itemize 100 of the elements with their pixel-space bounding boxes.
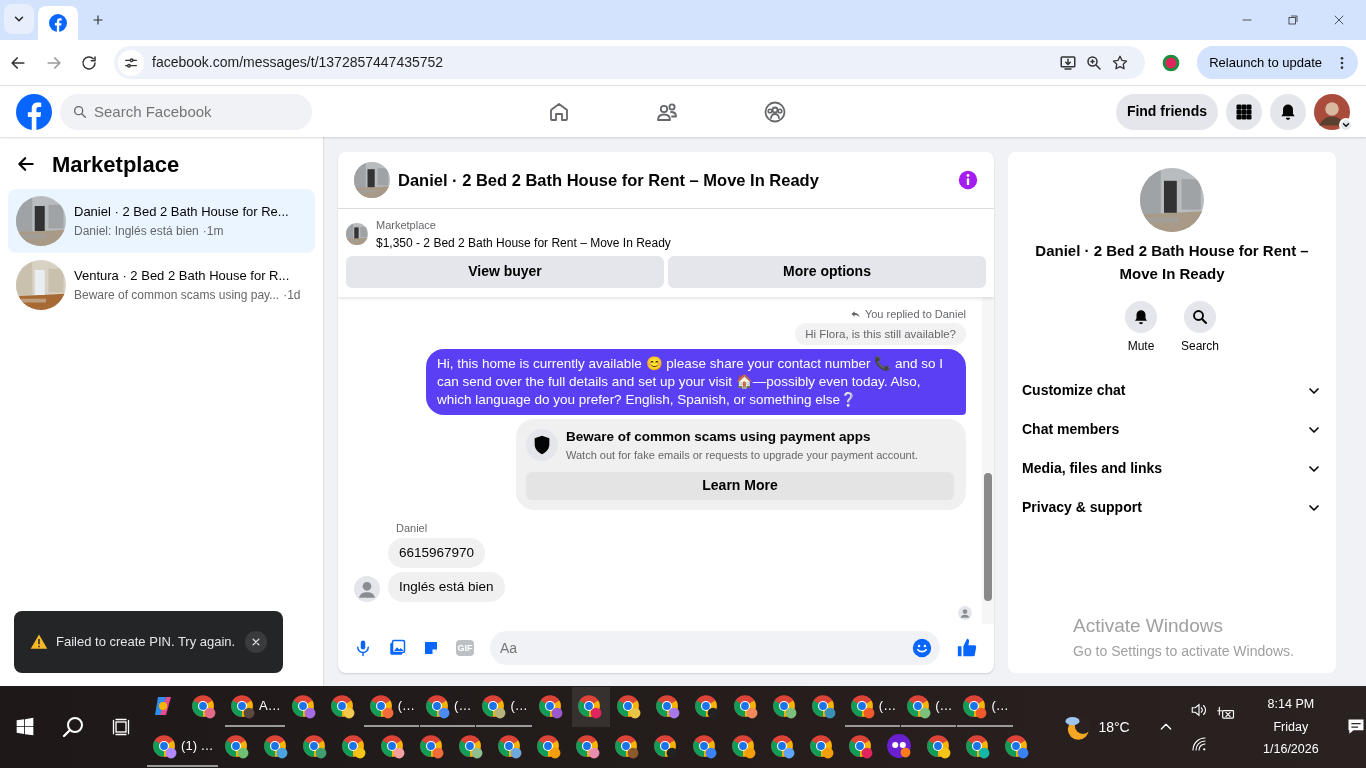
wifi-icon <box>1189 735 1208 753</box>
listing-source: Marketplace <box>376 218 437 233</box>
volume-icon <box>1189 701 1208 719</box>
message-preview: Beware of common scams using pay... <box>74 286 280 304</box>
message-preview: Daniel: Inglés está bien <box>74 222 199 240</box>
sticker-button[interactable] <box>422 639 440 657</box>
site-info-button[interactable] <box>118 49 144 76</box>
zoom-button[interactable] <box>1085 53 1104 72</box>
clock-time: 8:14 PM <box>1267 695 1315 713</box>
info-button[interactable] <box>958 170 978 190</box>
watermark-title: Activate Windows <box>1073 614 1224 638</box>
search-button[interactable] <box>1184 301 1216 333</box>
address-bar[interactable]: facebook.com/messages/t/1372857447435752 <box>114 46 1146 79</box>
watermark-text: Go to Settings to activate Windows. <box>1073 641 1294 661</box>
notification-center-button[interactable] <box>1346 717 1366 737</box>
taskbar-button[interactable]: (… <box>844 687 901 727</box>
logo <box>49 14 67 32</box>
task-view-icon <box>111 717 131 737</box>
taskbar-button[interactable]: (… <box>476 687 532 727</box>
start-button[interactable] <box>15 717 35 737</box>
action-button[interactable]: More options <box>668 255 986 288</box>
conversation-title: Daniel · 2 Bed 2 Bath House for Re... <box>74 203 289 222</box>
taskbar-button[interactable] <box>571 687 610 727</box>
reload-button[interactable] <box>80 53 98 72</box>
bookmark-button[interactable] <box>1111 53 1130 72</box>
scrollbar[interactable] <box>982 297 994 624</box>
restore-icon <box>1287 14 1299 26</box>
notifications-button[interactable] <box>1270 93 1306 130</box>
reply-note: You replied to Daniel <box>864 307 966 323</box>
notification-icon <box>1346 717 1366 737</box>
logo[interactable] <box>16 93 52 130</box>
taskbar-button[interactable]: (… <box>420 687 476 727</box>
clock-date: 1/16/2026 <box>1263 741 1319 759</box>
search-field[interactable]: Search Facebook <box>60 93 312 130</box>
bell-icon <box>1132 308 1150 326</box>
close-button[interactable] <box>245 631 267 653</box>
section-header[interactable]: Customize chat <box>1008 371 1336 410</box>
install-button[interactable] <box>1059 53 1078 72</box>
mask-icon <box>885 733 912 759</box>
message-bubble: 6615967970 <box>388 538 486 568</box>
chat-title: Daniel · 2 Bed 2 Bath House for Rent – Move In Ready <box>398 169 819 191</box>
like-button[interactable] <box>956 637 978 659</box>
sender-name: Daniel <box>396 520 429 536</box>
learn-more-button[interactable]: Learn More <box>526 471 954 500</box>
timestamp: ·1m <box>202 222 224 240</box>
task-view-button[interactable] <box>111 717 131 737</box>
page-title: Marketplace <box>52 150 180 179</box>
notice-text: Watch out for fake emails or requests to upgrade your payment account. <box>566 448 918 463</box>
taskbar-button[interactable]: (… <box>363 687 420 727</box>
timestamp: ·1d <box>283 286 301 304</box>
taskbar-button[interactable]: A… <box>225 687 285 727</box>
section-header[interactable]: Privacy & support <box>1008 488 1336 527</box>
info-icon <box>958 170 978 190</box>
action-label: Search <box>1181 338 1219 355</box>
section-header[interactable]: Media, files and links <box>1008 449 1336 488</box>
temperature: 18°C <box>1098 717 1130 737</box>
image-icon <box>388 639 406 657</box>
search-button[interactable] <box>61 715 85 739</box>
conversation-item[interactable]: Daniel · 2 Bed 2 Bath House for Re... Daniel: Inglés está bien ·1m <box>8 189 315 253</box>
conversation-title: Ventura · 2 Bed 2 Bath House for R... <box>74 267 290 286</box>
microphone-icon <box>354 639 372 657</box>
star-icon <box>1111 53 1130 72</box>
taskbar-button[interactable]: (… <box>901 687 957 727</box>
find-friends-button[interactable]: Find friends <box>1115 93 1218 130</box>
mute-button[interactable] <box>1125 301 1157 333</box>
conversation-title: Daniel · 2 Bed 2 Bath House for Rent – Move In Ready <box>1034 241 1310 284</box>
search-icon <box>72 103 88 120</box>
windows-icon <box>15 717 35 737</box>
message-bubble: Hi, this home is currently available 😊 please share your contact number 📞 and so I can send over the full details and set up your visit 🏠—possibly even today. Also, which language do you prefer? English, Spanish, or something else❔ <box>426 348 966 415</box>
quoted-message: Hi Flora, is this still available? <box>795 322 966 345</box>
microphone-button[interactable] <box>354 639 372 657</box>
browser-tab[interactable] <box>38 6 78 40</box>
photo-button[interactable] <box>388 639 406 657</box>
thumbs-up-icon <box>956 637 978 659</box>
close-icon <box>251 637 261 647</box>
action-button[interactable]: View buyer <box>346 255 664 288</box>
close-icon <box>1333 14 1345 26</box>
shield-icon <box>526 429 558 462</box>
url-text: facebook.com/messages/t/1372857447435752 <box>152 53 444 72</box>
warning-icon <box>30 633 48 651</box>
search-icon <box>1191 308 1209 326</box>
conversation-item[interactable]: Ventura · 2 Bed 2 Bath House for R... Beware of common scams using pay... ·1d <box>8 253 315 317</box>
message-input[interactable]: Aa <box>490 631 940 665</box>
menu-button[interactable] <box>1226 93 1262 130</box>
groups-button[interactable] <box>763 99 787 124</box>
listing-title: $1,350 - 2 Bed 2 Bath House for Rent – Move In Ready <box>376 234 671 252</box>
profile-button[interactable] <box>1161 52 1182 73</box>
toast-message: Failed to create PIN. Try again. <box>56 633 236 652</box>
reply-icon <box>849 309 861 320</box>
reload-icon <box>80 53 98 72</box>
plus-icon <box>91 13 105 27</box>
back-button[interactable] <box>16 154 36 174</box>
clock-day: Friday <box>1273 717 1309 737</box>
sticker-icon <box>422 639 440 657</box>
emoji-icon <box>912 638 932 658</box>
taskbar-button[interactable]: (… <box>957 687 1013 727</box>
section-header[interactable]: Chat members <box>1008 410 1336 449</box>
account-button[interactable] <box>1314 93 1350 130</box>
monitor-icon <box>1059 53 1078 72</box>
taskbar-button[interactable]: (1) … <box>147 727 218 767</box>
